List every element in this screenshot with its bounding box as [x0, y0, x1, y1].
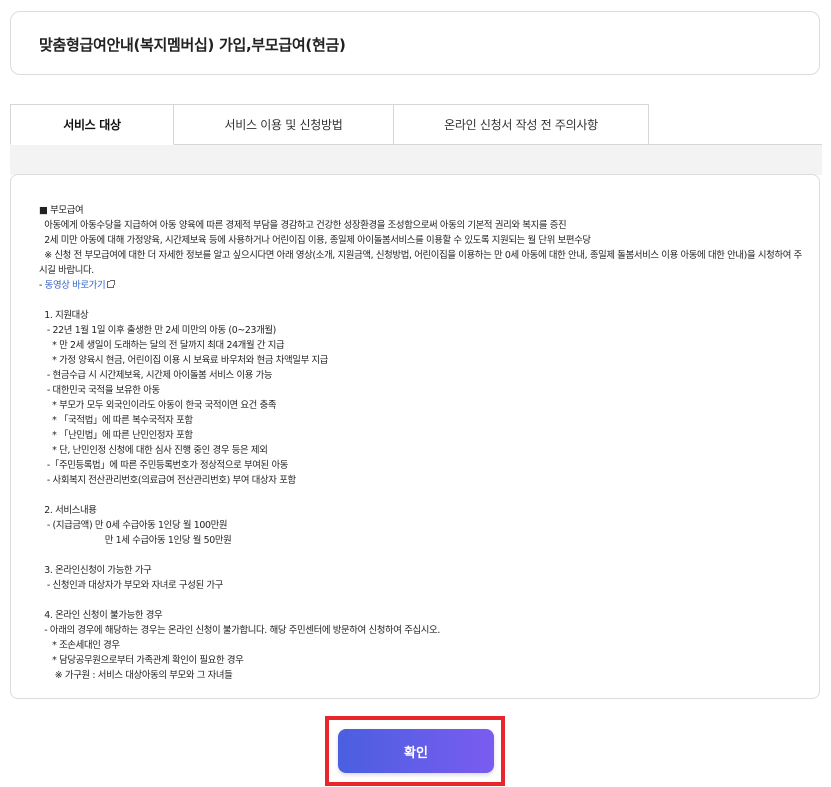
- tab-service-usage[interactable]: 서비스 이용 및 신청방법: [173, 104, 394, 145]
- list-item: * 가정 양육시 현금, 어린이집 이용 시 보육료 바우처와 현금 차액일부 …: [39, 355, 329, 366]
- description-line: 2세 미만 아동에 대해 가정양육, 시간제보육 등에 사용하거나 어린이집 이…: [39, 235, 591, 246]
- content-panel: ■ 부모급여 아동에게 아동수당을 지급하여 아동 양육에 따른 경제적 부담을…: [10, 174, 820, 699]
- list-item: 만 1세 수급아동 1인당 월 50만원: [39, 535, 232, 546]
- tab-service-target[interactable]: 서비스 대상: [10, 104, 174, 145]
- tab-label: 서비스 대상: [63, 118, 121, 132]
- list-item: * 담당공무원으로부터 가족관계 확인이 필요한 경우: [39, 655, 244, 666]
- list-item: * 단, 난민인정 신청에 대한 심사 진행 중인 경우 등은 제외: [39, 445, 268, 456]
- subsection-heading: 4. 온라인 신청이 불가능한 경우: [39, 610, 163, 621]
- list-item: ※ 가구원 : 서비스 대상아동의 부모와 그 자녀들: [39, 670, 233, 681]
- list-item: - 22년 1월 1일 이후 출생한 만 2세 미만의 아동 (0~23개월): [39, 325, 276, 336]
- tab-bar: 서비스 대상 서비스 이용 및 신청방법 온라인 신청서 작성 전 주의사항: [10, 104, 820, 145]
- external-link-icon: [107, 280, 116, 288]
- video-link[interactable]: 동영상 바로가기: [45, 280, 106, 291]
- video-link-line: - 동영상 바로가기: [39, 278, 809, 293]
- list-item: - 신청인과 대상자가 부모와 자녀로 구성된 가구: [39, 580, 223, 591]
- subsection-heading: 1. 지원대상: [39, 310, 89, 321]
- list-item: -「주민등록법」에 따른 주민등록번호가 정상적으로 부여된 아동: [39, 460, 289, 471]
- notice-line: ※ 신청 전 부모급여에 대한 더 자세한 정보를 알고 싶으시다면 아래 영상…: [39, 250, 802, 276]
- title-card: 맞춤형급여안내(복지멤버십) 가입,부모급여(현금): [10, 11, 820, 75]
- tab-underline-band: [10, 144, 822, 175]
- subsection-heading: 2. 서비스내용: [39, 505, 97, 516]
- list-item: * 「난민법」에 따른 난민인정자 포함: [39, 430, 193, 441]
- list-item: - 아래의 경우에 해당하는 경우는 온라인 신청이 불가합니다. 해당 주민센…: [39, 625, 440, 636]
- tab-label: 온라인 신청서 작성 전 주의사항: [444, 118, 598, 132]
- list-item: - 사회복지 전산관리번호(의료급여 전산관리번호) 부여 대상자 포함: [39, 475, 296, 486]
- subsection-heading: 3. 온라인신청이 가능한 가구: [39, 565, 152, 576]
- list-item: - (지급금액) 만 0세 수급아동 1인당 월 100만원: [39, 520, 228, 531]
- tab-label: 서비스 이용 및 신청방법: [224, 118, 343, 132]
- tab-precautions[interactable]: 온라인 신청서 작성 전 주의사항: [393, 104, 649, 145]
- list-item: - 대한민국 국적을 보유한 아동: [39, 385, 160, 396]
- list-item: * 만 2세 생일이 도래하는 달의 전 달까지 최대 24개월 간 지급: [39, 340, 285, 351]
- list-item: * 부모가 모두 외국인이라도 아동이 한국 국적이면 요건 충족: [39, 400, 277, 411]
- list-item: * 조손세대인 경우: [39, 640, 120, 651]
- section-heading: ■ 부모급여: [39, 205, 84, 216]
- description-line: 아동에게 아동수당을 지급하여 아동 양육에 따른 경제적 부담을 경감하고 건…: [39, 220, 567, 231]
- page-title: 맞춤형급여안내(복지멤버십) 가입,부모급여(현금): [39, 36, 346, 54]
- list-item: * 「국적법」에 따른 복수국적자 포함: [39, 415, 193, 426]
- service-description: ■ 부모급여 아동에게 아동수당을 지급하여 아동 양육에 따른 경제적 부담을…: [39, 203, 809, 683]
- list-item: - 현금수급 시 시간제보육, 시간제 아이돌봄 서비스 이용 가능: [39, 370, 273, 381]
- confirm-button[interactable]: 확인: [338, 729, 494, 773]
